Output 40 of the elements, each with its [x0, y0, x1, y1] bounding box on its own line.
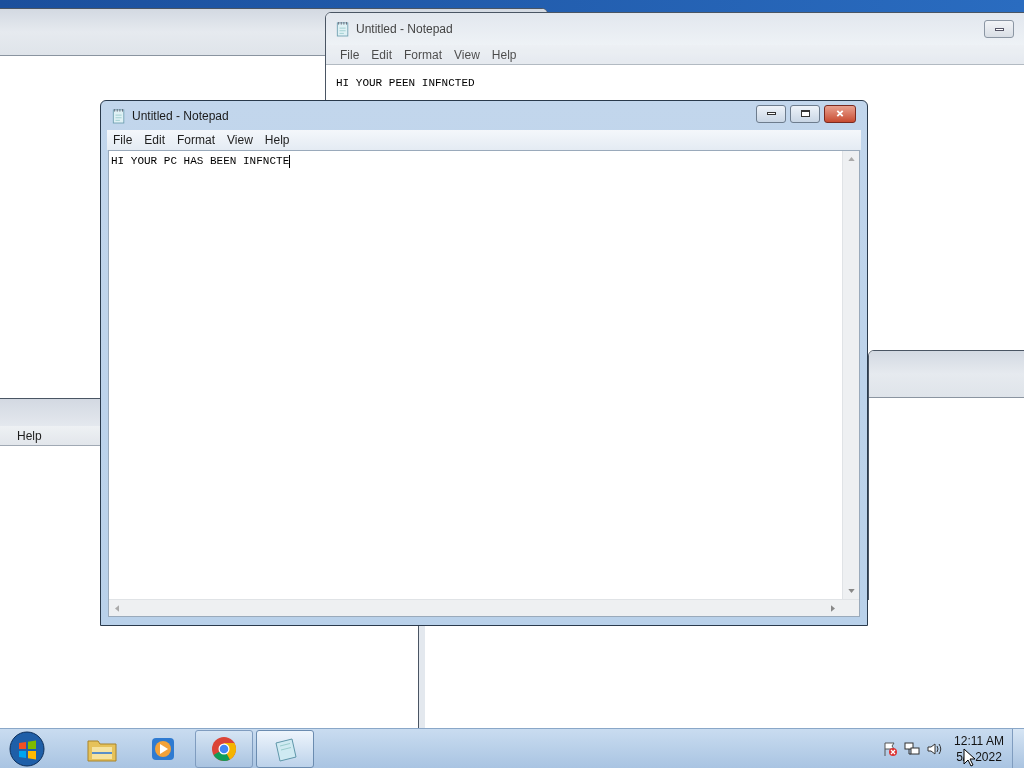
close-icon	[835, 109, 845, 118]
volume-icon[interactable]	[926, 740, 942, 757]
menu-item[interactable]: Edit	[365, 45, 399, 64]
notepad-icon	[336, 21, 350, 37]
window-title: Untitled - Notepad	[132, 107, 229, 125]
maximize-button[interactable]	[790, 104, 820, 123]
minimize-button[interactable]	[984, 20, 1014, 38]
window-title: Untitled - Notepad	[356, 21, 453, 38]
menu-item[interactable]: Help	[258, 131, 296, 149]
menu-item[interactable]: File	[107, 131, 139, 149]
network-icon[interactable]	[904, 740, 920, 757]
menu-item[interactable]: Help	[11, 426, 48, 445]
document-text: HI YOUR PEEN INFNCTED	[336, 77, 475, 89]
notepad-icon	[112, 107, 126, 124]
menu-item[interactable]: Format	[398, 45, 449, 64]
taskbar-button[interactable]	[256, 729, 314, 768]
menu-item[interactable]: View	[221, 131, 259, 149]
scroll-left-arrow-icon[interactable]	[115, 605, 119, 612]
document-text: HI YOUR PC HAS BEEN INFNCTE	[111, 154, 290, 169]
menu-item[interactable]: View	[448, 45, 486, 64]
text-cursor	[289, 154, 291, 168]
scroll-up-arrow-icon[interactable]	[848, 157, 855, 161]
mouse-pointer-icon	[963, 748, 975, 767]
menu-item[interactable]: File	[334, 45, 366, 64]
menu-item[interactable]: Edit	[138, 131, 172, 149]
minimize-button[interactable]	[756, 104, 786, 123]
menu-item[interactable]: Format	[171, 131, 222, 149]
scroll-right-arrow-icon[interactable]	[831, 605, 835, 612]
taskbar-button[interactable]	[195, 729, 253, 768]
show-desktop-button[interactable]	[1012, 729, 1024, 768]
clock-time[interactable]: 12:11 AM	[954, 732, 1004, 749]
close-button[interactable]	[824, 104, 856, 123]
menu-item[interactable]: Help	[485, 45, 523, 64]
action-center-flag-icon[interactable]	[882, 740, 898, 757]
clock-date[interactable]: 2022	[975, 748, 1002, 765]
browser-icon	[210, 734, 238, 763]
start-button[interactable]	[9, 730, 45, 767]
scroll-down-arrow-icon[interactable]	[848, 589, 855, 593]
vertical-scrollbar[interactable]	[842, 151, 859, 599]
horizontal-scrollbar[interactable]	[109, 599, 859, 616]
